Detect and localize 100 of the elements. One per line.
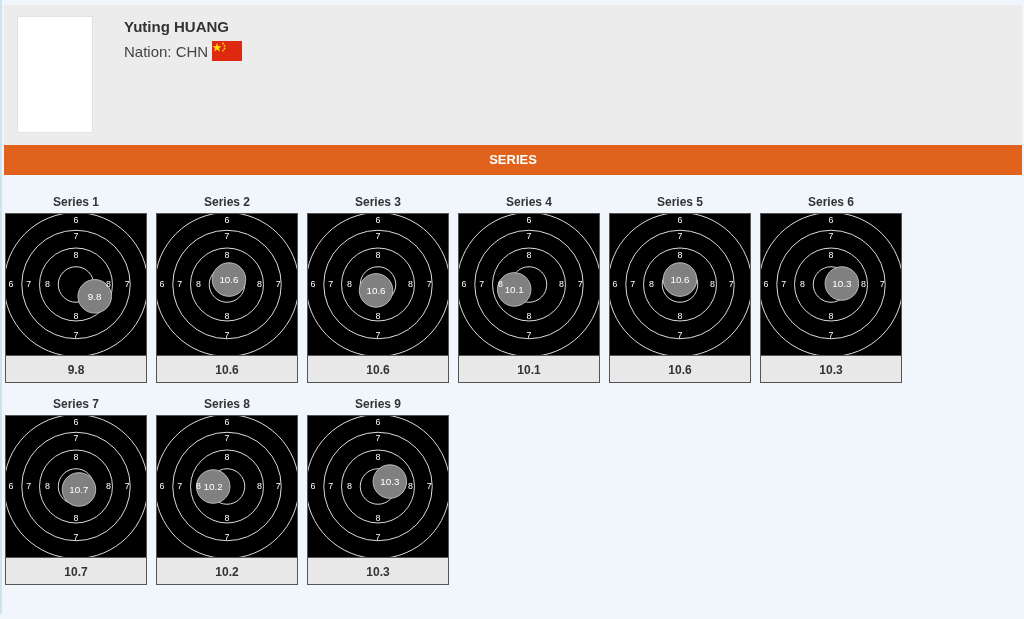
section-header: SERIES [4,145,1022,175]
ring-number: 7 [26,279,32,290]
ring-number: 8 [257,481,262,492]
ring-number: 6 [828,215,834,226]
ring-number: 6 [73,417,79,428]
ring-number: 7 [73,231,79,242]
ring-number: 7 [224,329,230,340]
ring-number: 6 [224,215,230,226]
ring-number: 8 [497,279,503,290]
ring-number: 8 [828,249,834,260]
ring-number: 8 [195,279,201,290]
series-title: Series 4 [504,196,553,211]
series-title: Series 7 [51,398,100,413]
ring-number: 7 [426,481,432,492]
ring-number: 8 [408,481,413,492]
ring-number: 7 [73,531,79,542]
ring-number: 7 [328,481,334,492]
ring-number: 7 [781,279,787,290]
ring-number: 7 [124,279,130,290]
flag-icon [212,41,243,61]
shot-marker: 10.6 [211,262,247,297]
ring-number: 7 [728,279,734,290]
ring-number: 6 [310,279,316,290]
ring-number: 7 [275,279,281,290]
ring-number: 7 [526,329,532,340]
series-score: 10.2 [156,557,298,585]
ring-number: 7 [426,279,432,290]
series-score: 10.6 [307,355,449,383]
ring-number: 6 [375,417,381,428]
ring-number: 8 [257,279,262,290]
ring-number: 7 [177,481,183,492]
ring-number: 8 [559,279,564,290]
nation-label: Nation: CHN [124,42,209,60]
series-title: Series 9 [353,398,402,413]
ring-number: 7 [828,231,834,242]
ring-number: 8 [106,279,111,290]
ring-number: 8 [73,451,79,462]
ring-number: 8 [526,311,532,321]
ring-number: 7 [879,279,885,290]
ring-number: 6 [526,215,532,226]
ring-number: 7 [275,481,281,492]
series-title: Series 6 [806,196,855,211]
ring-number: 6 [310,481,316,492]
series-score: 10.6 [156,355,298,383]
ring-number: 6 [159,481,165,492]
ring-number: 7 [73,433,79,444]
shot-marker: 10.6 [662,262,698,297]
ring-number: 8 [106,481,111,492]
ring-number: 8 [224,311,230,321]
ring-number: 7 [577,279,583,290]
series-score: 10.7 [5,557,147,585]
ring-number: 8 [375,311,381,321]
shot-marker: 10.3 [372,464,408,499]
ring-number: 7 [124,481,130,492]
shot-marker: 10.6 [358,273,394,308]
ring-number: 6 [159,279,165,290]
series-title: Series 2 [202,196,251,211]
ring-number: 8 [799,279,805,290]
ring-number: 8 [44,481,50,492]
ring-number: 6 [763,279,769,290]
ring-number: 8 [195,481,201,492]
ring-number: 8 [224,451,230,462]
ring-number: 8 [710,279,715,290]
ring-number: 6 [461,279,467,290]
ring-number: 7 [375,231,381,242]
ring-number: 8 [73,513,79,523]
ring-number: 7 [375,433,381,444]
ring-number: 6 [612,279,618,290]
ring-number: 8 [224,513,230,523]
ring-number: 8 [346,481,352,492]
ring-number: 8 [408,279,413,290]
series-title: Series 1 [51,196,100,211]
ring-number: 7 [26,481,32,492]
athlete-name: Yuting HUANG [124,18,230,35]
ring-number: 7 [375,329,381,340]
series-score: 10.3 [760,355,902,383]
series-title: Series 8 [202,398,251,413]
ring-number: 8 [73,311,79,321]
ring-number: 8 [346,279,352,290]
ring-number: 7 [677,329,683,340]
series-score: 10.3 [307,557,449,585]
ring-number: 8 [677,311,683,321]
ring-number: 7 [677,231,683,242]
ring-number: 7 [73,329,79,340]
ring-number: 7 [328,279,334,290]
shot-marker: 10.7 [61,472,97,507]
ring-number: 6 [8,481,14,492]
ring-number: 7 [375,531,381,542]
ring-number: 8 [73,249,79,260]
shot-marker: 10.3 [824,266,860,301]
ring-number: 7 [224,231,230,242]
ring-number: 7 [526,231,532,242]
ring-number: 8 [648,279,654,290]
ring-number: 8 [44,279,50,290]
series-score: 10.6 [609,355,751,383]
ring-number: 6 [677,215,683,226]
series-score: 10.1 [458,355,600,383]
series-score: 9.8 [5,355,147,383]
ring-number: 7 [224,433,230,444]
ring-number: 7 [479,279,485,290]
